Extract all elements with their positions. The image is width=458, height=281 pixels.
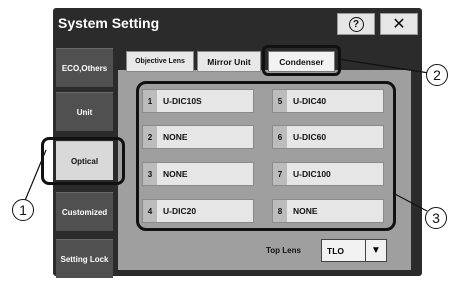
callout-number-2: 2	[426, 64, 448, 86]
leader-line-3	[392, 192, 428, 212]
leader-line-2	[337, 58, 430, 74]
callout-number-1: 1	[12, 199, 34, 221]
leader-line-1	[23, 149, 47, 204]
callout-number-3: 3	[425, 207, 447, 229]
callout-leader-lines	[23, 58, 430, 212]
